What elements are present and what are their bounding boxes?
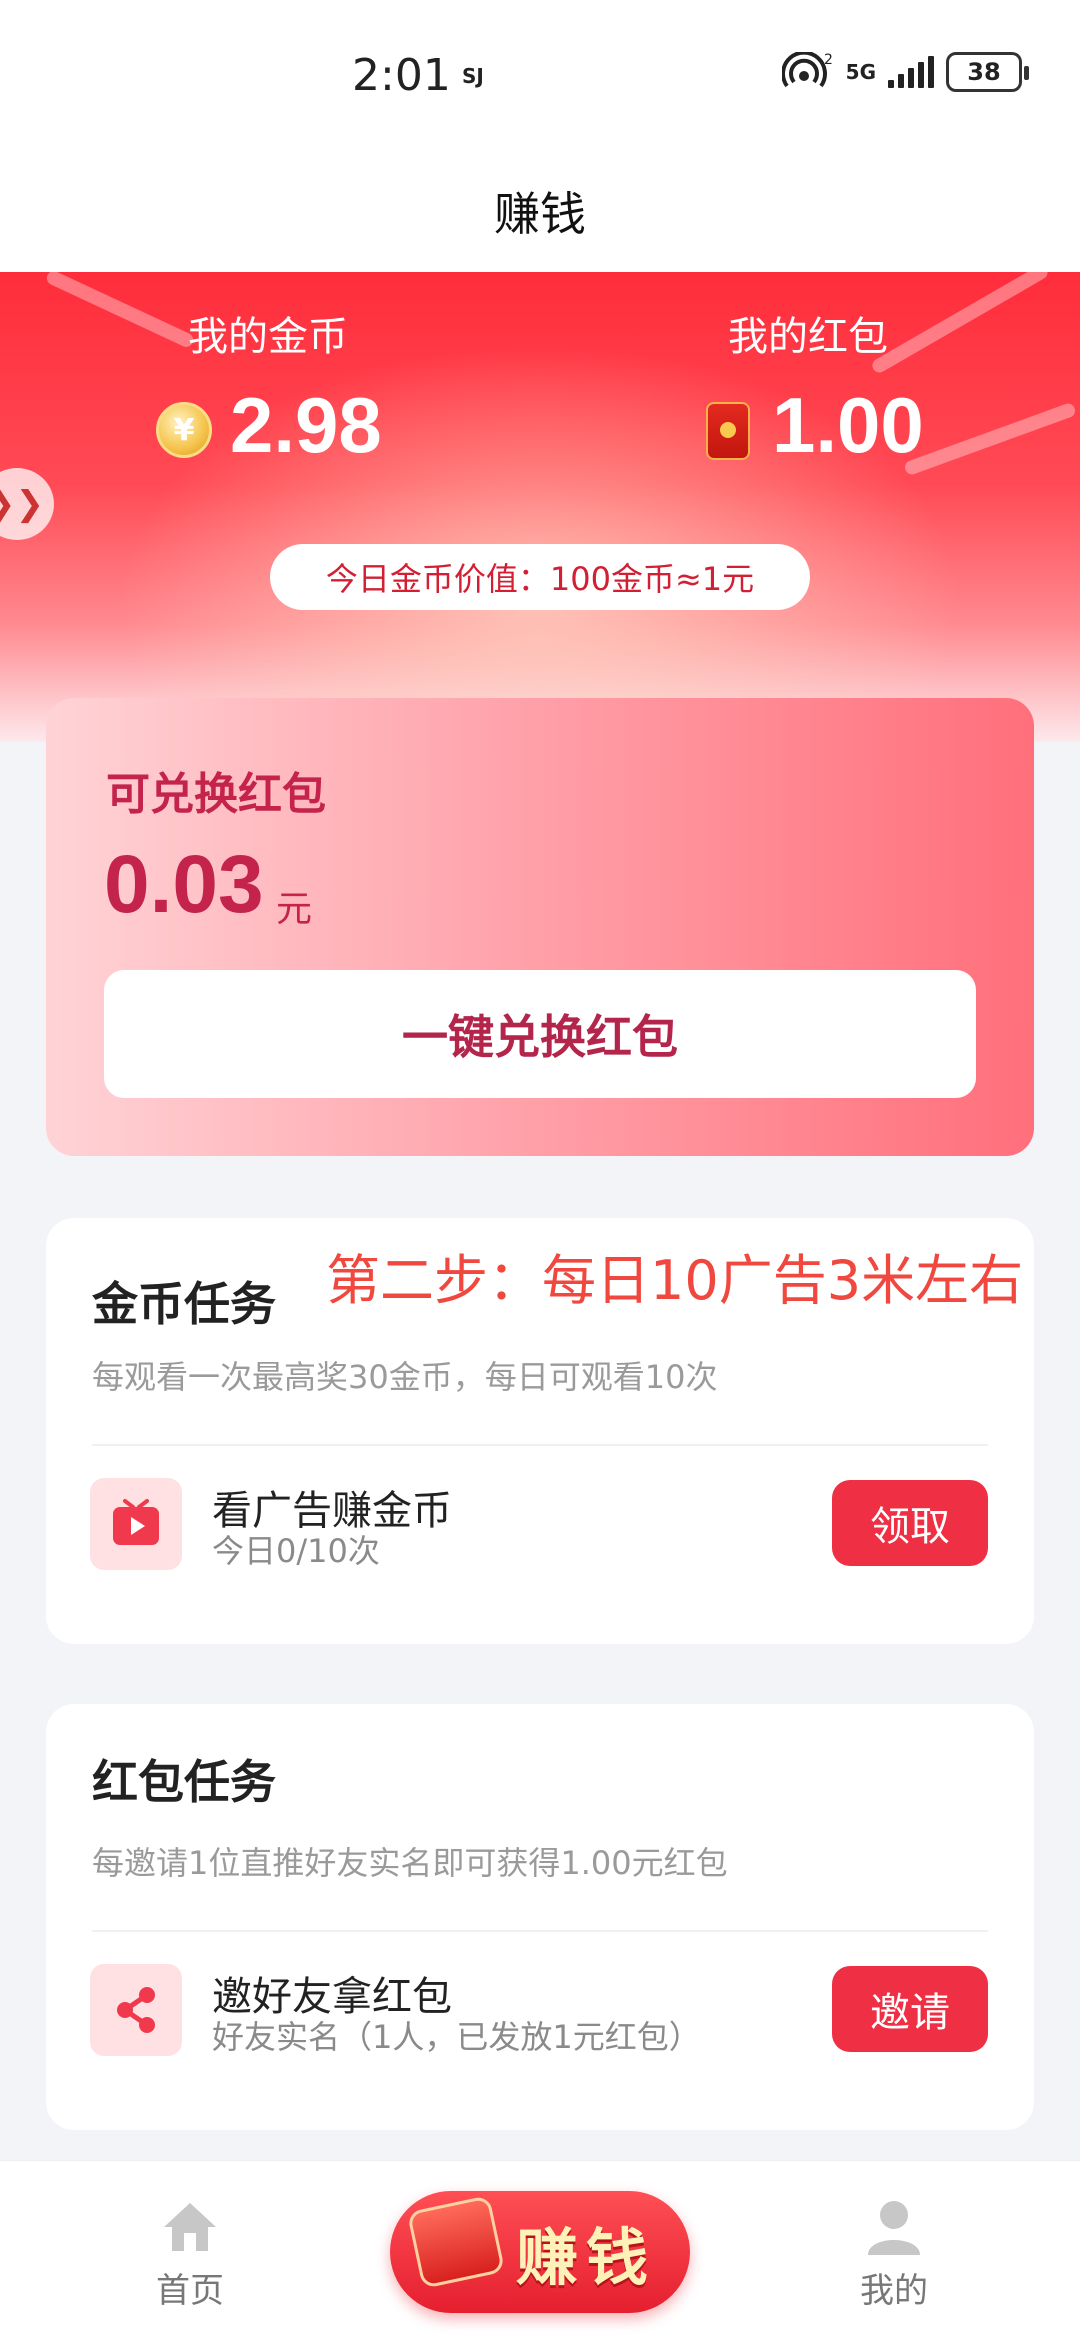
status-time: 2:01: [352, 50, 451, 101]
claim-button[interactable]: 领取: [832, 1480, 988, 1566]
nav-earn[interactable]: 赚钱: [390, 2191, 690, 2313]
share-icon: [90, 1964, 182, 2056]
page-header: 赚钱: [0, 150, 1080, 272]
status-icons: 2 5G 38: [780, 50, 1029, 92]
hero-banner: 我的金币 ¥ 2.98 我的红包 1.00 ❯❯ 今日金币价值：100金币≈1元: [0, 272, 1080, 742]
svg-text:2: 2: [824, 52, 833, 68]
coin-value-text: 今日金币价值：100金币≈1元: [325, 560, 755, 598]
exchange-amount: 0.03: [104, 839, 264, 930]
annotation-text: 第二步：每日10广告3米左右: [326, 1249, 1024, 1312]
coin-task-description: 每观看一次最高奖30金币，每日可观看10次: [92, 1358, 718, 1396]
coins-value[interactable]: 2.98: [230, 380, 382, 471]
coin-icon: ¥: [156, 402, 212, 458]
watch-ad-task-progress: 今日0/10次: [212, 1532, 380, 1570]
decor-ray: [903, 401, 1077, 477]
coins-label: 我的金币: [188, 314, 348, 360]
decor-ray: [44, 272, 196, 350]
redpacket-value[interactable]: 1.00: [772, 380, 924, 471]
exchange-unit: 元: [276, 889, 313, 930]
invite-button[interactable]: 邀请: [832, 1966, 988, 2052]
nav-home-label: 首页: [156, 2271, 224, 2311]
nav-home[interactable]: 首页: [130, 2197, 250, 2312]
battery-icon: 38: [946, 52, 1029, 92]
side-arrow-icon[interactable]: ❯❯: [0, 468, 54, 540]
page-title: 赚钱: [494, 187, 586, 241]
exchange-card: 可兑换红包 0.03 元 一键兑换红包: [46, 698, 1034, 1156]
redpacket-icon: [706, 402, 750, 460]
network-type: 5G: [845, 60, 876, 84]
nav-earn-label: 赚钱: [515, 2221, 656, 2294]
decor-ray: [869, 272, 1051, 376]
nav-mine-label: 我的: [860, 2271, 928, 2311]
invite-button-label: 邀请: [870, 1990, 950, 2036]
invite-task-progress: 好友实名（1人，已发放1元红包）: [212, 2018, 701, 2056]
exchange-redpacket-button[interactable]: 一键兑换红包: [104, 970, 976, 1098]
notification-icon: SJ: [462, 64, 484, 88]
redpacket-task-title: 红包任务: [92, 1755, 276, 1809]
wallet-icon: [406, 2195, 506, 2289]
battery-level: 38: [967, 58, 1001, 86]
status-bar: 2:01 SJ 2 5G 38: [0, 0, 1080, 150]
redpacket-task-description: 每邀请1位直推好友实名即可获得1.00元红包: [92, 1844, 728, 1882]
video-icon: [90, 1478, 182, 1570]
coin-task-title: 金币任务: [92, 1277, 276, 1331]
coin-value-pill: 今日金币价值：100金币≈1元: [270, 544, 810, 610]
hotspot-icon: 2: [780, 50, 834, 92]
divider: [92, 1444, 988, 1446]
user-icon: [864, 2197, 924, 2257]
claim-button-label: 领取: [870, 1504, 950, 1550]
exchange-title: 可兑换红包: [106, 769, 326, 820]
divider: [92, 1930, 988, 1932]
signal-icon: [888, 56, 934, 88]
redpacket-task-card: 红包任务 每邀请1位直推好友实名即可获得1.00元红包 邀好友拿红包 好友实名（…: [46, 1704, 1034, 2130]
exchange-button-label: 一键兑换红包: [402, 1010, 678, 1064]
nav-mine[interactable]: 我的: [834, 2197, 954, 2312]
redpacket-label: 我的红包: [728, 314, 888, 360]
home-icon: [160, 2197, 220, 2257]
bottom-nav: 首页 赚钱 我的: [0, 2160, 1080, 2340]
